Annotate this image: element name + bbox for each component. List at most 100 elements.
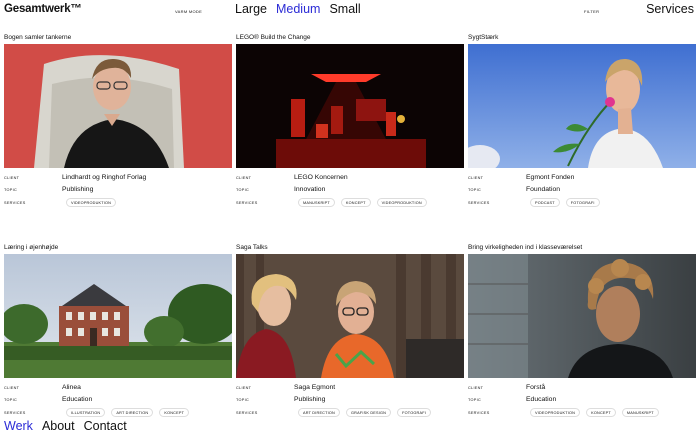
client-row: CLIENT Lindhardt og Ringhof Forlag xyxy=(4,174,232,181)
service-tag[interactable]: PODCAST xyxy=(530,198,560,207)
services-label: SERVICES xyxy=(236,200,258,205)
service-tags: ILLUSTRATION ART DIRECTION KONCEPT xyxy=(66,408,190,417)
client-label: CLIENT xyxy=(468,385,484,390)
topic-label: TOPIC xyxy=(468,397,482,402)
service-tags: ART DIRECTION GRAFISK DESIGN FOTOGRAFI xyxy=(298,408,431,417)
project-title[interactable]: SygtStærk xyxy=(468,33,696,43)
client-label: CLIENT xyxy=(236,175,252,180)
client-row: CLIENT Egmont Fonden xyxy=(468,174,696,181)
project-meta: CLIENT LEGO Koncernen TOPIC Innovation SER… xyxy=(236,174,464,214)
project-card[interactable]: Saga Talks CLIENT Saga Egmont TOPIC Publis… xyxy=(236,243,464,424)
topic-value: Publishing xyxy=(294,396,326,403)
services-label: SERVICES xyxy=(468,410,490,415)
client-label: CLIENT xyxy=(236,385,252,390)
project-image-brick-house[interactable] xyxy=(4,254,232,378)
services-label: SERVICES xyxy=(4,410,26,415)
client-value: LEGO Koncernen xyxy=(294,174,348,181)
size-large-option[interactable]: Large xyxy=(235,2,267,16)
topic-row: TOPIC Foundation xyxy=(468,186,696,193)
project-card[interactable]: SygtStærk CLIENT Egmont Fonden TOPIC Found… xyxy=(468,33,696,214)
service-tag[interactable]: FOTOGRAFI xyxy=(565,198,600,207)
project-meta: CLIENT Lindhardt og Ringhof Forlag TOPIC P… xyxy=(4,174,232,214)
project-card[interactable]: LEGO® Build the Change CLIENT LEGO Koncer… xyxy=(236,33,464,214)
project-meta: CLIENT Forstå TOPIC Education SERVICES VID… xyxy=(468,384,696,424)
service-tag[interactable]: MANUSKRIPT xyxy=(298,198,335,207)
project-title[interactable]: Bogen samler tankerne xyxy=(4,33,232,43)
service-tags: MANUSKRIPT KONCEPT VIDEOPRODUKTION xyxy=(298,198,427,207)
client-value: Saga Egmont xyxy=(294,384,336,391)
topic-label: TOPIC xyxy=(468,187,482,192)
project-card[interactable]: Læring i øjenhøjde CLIENT Alinea TOPIC Edu… xyxy=(4,243,232,424)
topic-row: TOPIC Education xyxy=(468,396,696,403)
topic-label: TOPIC xyxy=(4,397,18,402)
size-switcher: Large Medium Small xyxy=(235,2,361,16)
topic-row: TOPIC Publishing xyxy=(236,396,464,403)
project-image-boy-portrait[interactable] xyxy=(468,254,696,378)
service-tags: VIDEOPRODUKTION KONCEPT MANUSKRIPT xyxy=(530,408,659,417)
project-title[interactable]: Bring virkeligheden ind i klasseværelset xyxy=(468,243,696,253)
topic-value: Innovation xyxy=(294,186,326,193)
project-image-two-women[interactable] xyxy=(236,254,464,378)
topic-row: TOPIC Education xyxy=(4,396,232,403)
footer-nav: Werk About Contact xyxy=(4,419,127,433)
project-title[interactable]: Læring i øjenhøjde xyxy=(4,243,232,253)
services-label: SERVICES xyxy=(468,200,490,205)
project-meta: CLIENT Saga Egmont TOPIC Publishing SERVIC… xyxy=(236,384,464,424)
service-tag[interactable]: GRAFISK DESIGN xyxy=(346,408,392,417)
project-meta: CLIENT Alinea TOPIC Education SERVICES ILL… xyxy=(4,384,232,424)
topic-label: TOPIC xyxy=(4,187,18,192)
topic-row: TOPIC Innovation xyxy=(236,186,464,193)
project-image-portrait-man[interactable] xyxy=(4,44,232,168)
services-row: SERVICES ILLUSTRATION ART DIRECTION KONC… xyxy=(4,408,232,417)
nav-contact-link[interactable]: Contact xyxy=(84,419,127,433)
client-row: CLIENT LEGO Koncernen xyxy=(236,174,464,181)
project-meta: CLIENT Egmont Fonden TOPIC Foundation SERV… xyxy=(468,174,696,214)
service-tag[interactable]: KONCEPT xyxy=(586,408,616,417)
services-nav-link[interactable]: Services xyxy=(646,2,694,16)
services-row: SERVICES ART DIRECTION GRAFISK DESIGN FO… xyxy=(236,408,464,417)
site-logo[interactable]: Gesamtwerk™ xyxy=(4,3,82,15)
client-row: CLIENT Saga Egmont xyxy=(236,384,464,391)
project-card[interactable]: Bring virkeligheden ind i klasseværelset… xyxy=(468,243,696,424)
services-row: SERVICES VIDEOPRODUKTION xyxy=(4,198,232,207)
services-row: SERVICES VIDEOPRODUKTION KONCEPT MANUSKR… xyxy=(468,408,696,417)
client-label: CLIENT xyxy=(468,175,484,180)
service-tag[interactable]: MANUSKRIPT xyxy=(621,408,659,417)
view-mode-toggle[interactable]: VARM MODE xyxy=(175,9,202,14)
service-tag[interactable]: VIDEOPRODUKTION xyxy=(66,198,117,207)
topic-label: TOPIC xyxy=(236,187,250,192)
filter-button[interactable]: FILTER xyxy=(584,9,599,14)
topic-value: Education xyxy=(526,396,557,403)
service-tag[interactable]: FOTOGRAFI xyxy=(397,408,431,417)
service-tag[interactable]: KONCEPT xyxy=(159,408,190,417)
project-title[interactable]: LEGO® Build the Change xyxy=(236,33,464,43)
service-tag[interactable]: KONCEPT xyxy=(340,198,371,207)
client-label: CLIENT xyxy=(4,385,20,390)
service-tag[interactable]: ART DIRECTION xyxy=(298,408,340,417)
services-label: SERVICES xyxy=(4,200,26,205)
service-tag[interactable]: VIDEOPRODUKTION xyxy=(530,408,581,417)
service-tags: VIDEOPRODUKTION xyxy=(66,198,117,207)
size-small-option[interactable]: Small xyxy=(329,2,360,16)
topic-value: Publishing xyxy=(62,186,94,193)
project-image-red-stage[interactable] xyxy=(236,44,464,168)
topic-value: Education xyxy=(62,396,93,403)
client-value: Egmont Fonden xyxy=(526,174,575,181)
project-image-girl-flower[interactable] xyxy=(468,44,696,168)
client-value: Lindhardt og Ringhof Forlag xyxy=(62,174,147,181)
service-tags: PODCAST FOTOGRAFI xyxy=(530,198,600,207)
client-row: CLIENT Forstå xyxy=(468,384,696,391)
services-label: SERVICES xyxy=(236,410,258,415)
topic-value: Foundation xyxy=(526,186,561,193)
topic-row: TOPIC Publishing xyxy=(4,186,232,193)
client-label: CLIENT xyxy=(4,175,20,180)
project-title[interactable]: Saga Talks xyxy=(236,243,464,253)
nav-about-link[interactable]: About xyxy=(42,419,75,433)
nav-werk-link[interactable]: Werk xyxy=(4,419,33,433)
size-medium-option[interactable]: Medium xyxy=(276,2,320,16)
project-card[interactable]: Bogen samler tankerne CLIENT Lindhardt og… xyxy=(4,33,232,214)
service-tag[interactable]: ILLUSTRATION xyxy=(66,408,106,417)
service-tag[interactable]: ART DIRECTION xyxy=(111,408,154,417)
client-value: Alinea xyxy=(62,384,81,391)
service-tag[interactable]: VIDEOPRODUKTION xyxy=(376,198,427,207)
